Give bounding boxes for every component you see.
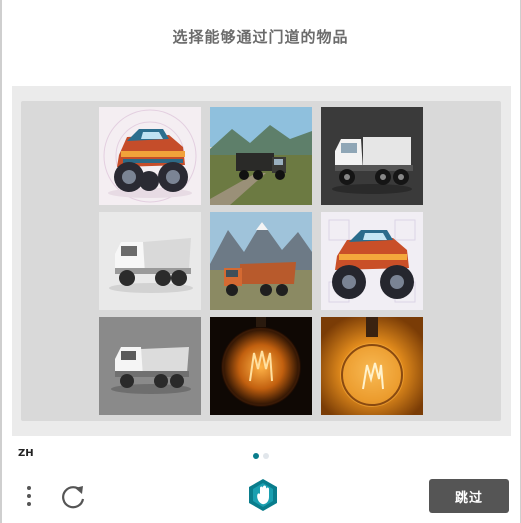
image-tile-monster-truck[interactable] bbox=[321, 212, 423, 310]
image-tile-light-bulb[interactable] bbox=[321, 317, 423, 415]
dump-truck-image bbox=[99, 212, 201, 310]
dump-truck-image bbox=[321, 107, 423, 205]
monster-truck-image bbox=[99, 107, 201, 205]
dump-truck-image bbox=[99, 317, 201, 415]
page-indicator-active bbox=[253, 453, 259, 459]
refresh-icon bbox=[62, 486, 85, 509]
light-bulb-image bbox=[210, 317, 312, 415]
menu-button[interactable] bbox=[18, 480, 40, 512]
image-tile-dump-truck[interactable] bbox=[321, 107, 423, 205]
image-tile-light-bulb[interactable] bbox=[210, 317, 312, 415]
image-tile-dump-truck[interactable] bbox=[99, 212, 201, 310]
light-bulb-image bbox=[321, 317, 423, 415]
hand-logo-icon bbox=[249, 479, 277, 511]
dump-truck-image bbox=[210, 107, 312, 205]
image-grid bbox=[21, 101, 501, 421]
page-indicator-inactive bbox=[263, 453, 269, 459]
image-tile-dump-truck[interactable] bbox=[210, 212, 312, 310]
image-tile-monster-truck[interactable] bbox=[99, 107, 201, 205]
hcaptcha-logo bbox=[246, 478, 280, 512]
image-tile-dump-truck[interactable] bbox=[210, 107, 312, 205]
monster-truck-image bbox=[321, 212, 423, 310]
skip-button[interactable]: 跳过 bbox=[429, 479, 509, 513]
language-selector[interactable]: ZH bbox=[18, 448, 34, 459]
image-tile-dump-truck[interactable] bbox=[99, 317, 201, 415]
dump-truck-image bbox=[210, 212, 312, 310]
refresh-button[interactable] bbox=[58, 482, 88, 512]
challenge-prompt: 选择能够通过门道的物品 bbox=[172, 28, 349, 46]
left-border bbox=[0, 0, 2, 523]
